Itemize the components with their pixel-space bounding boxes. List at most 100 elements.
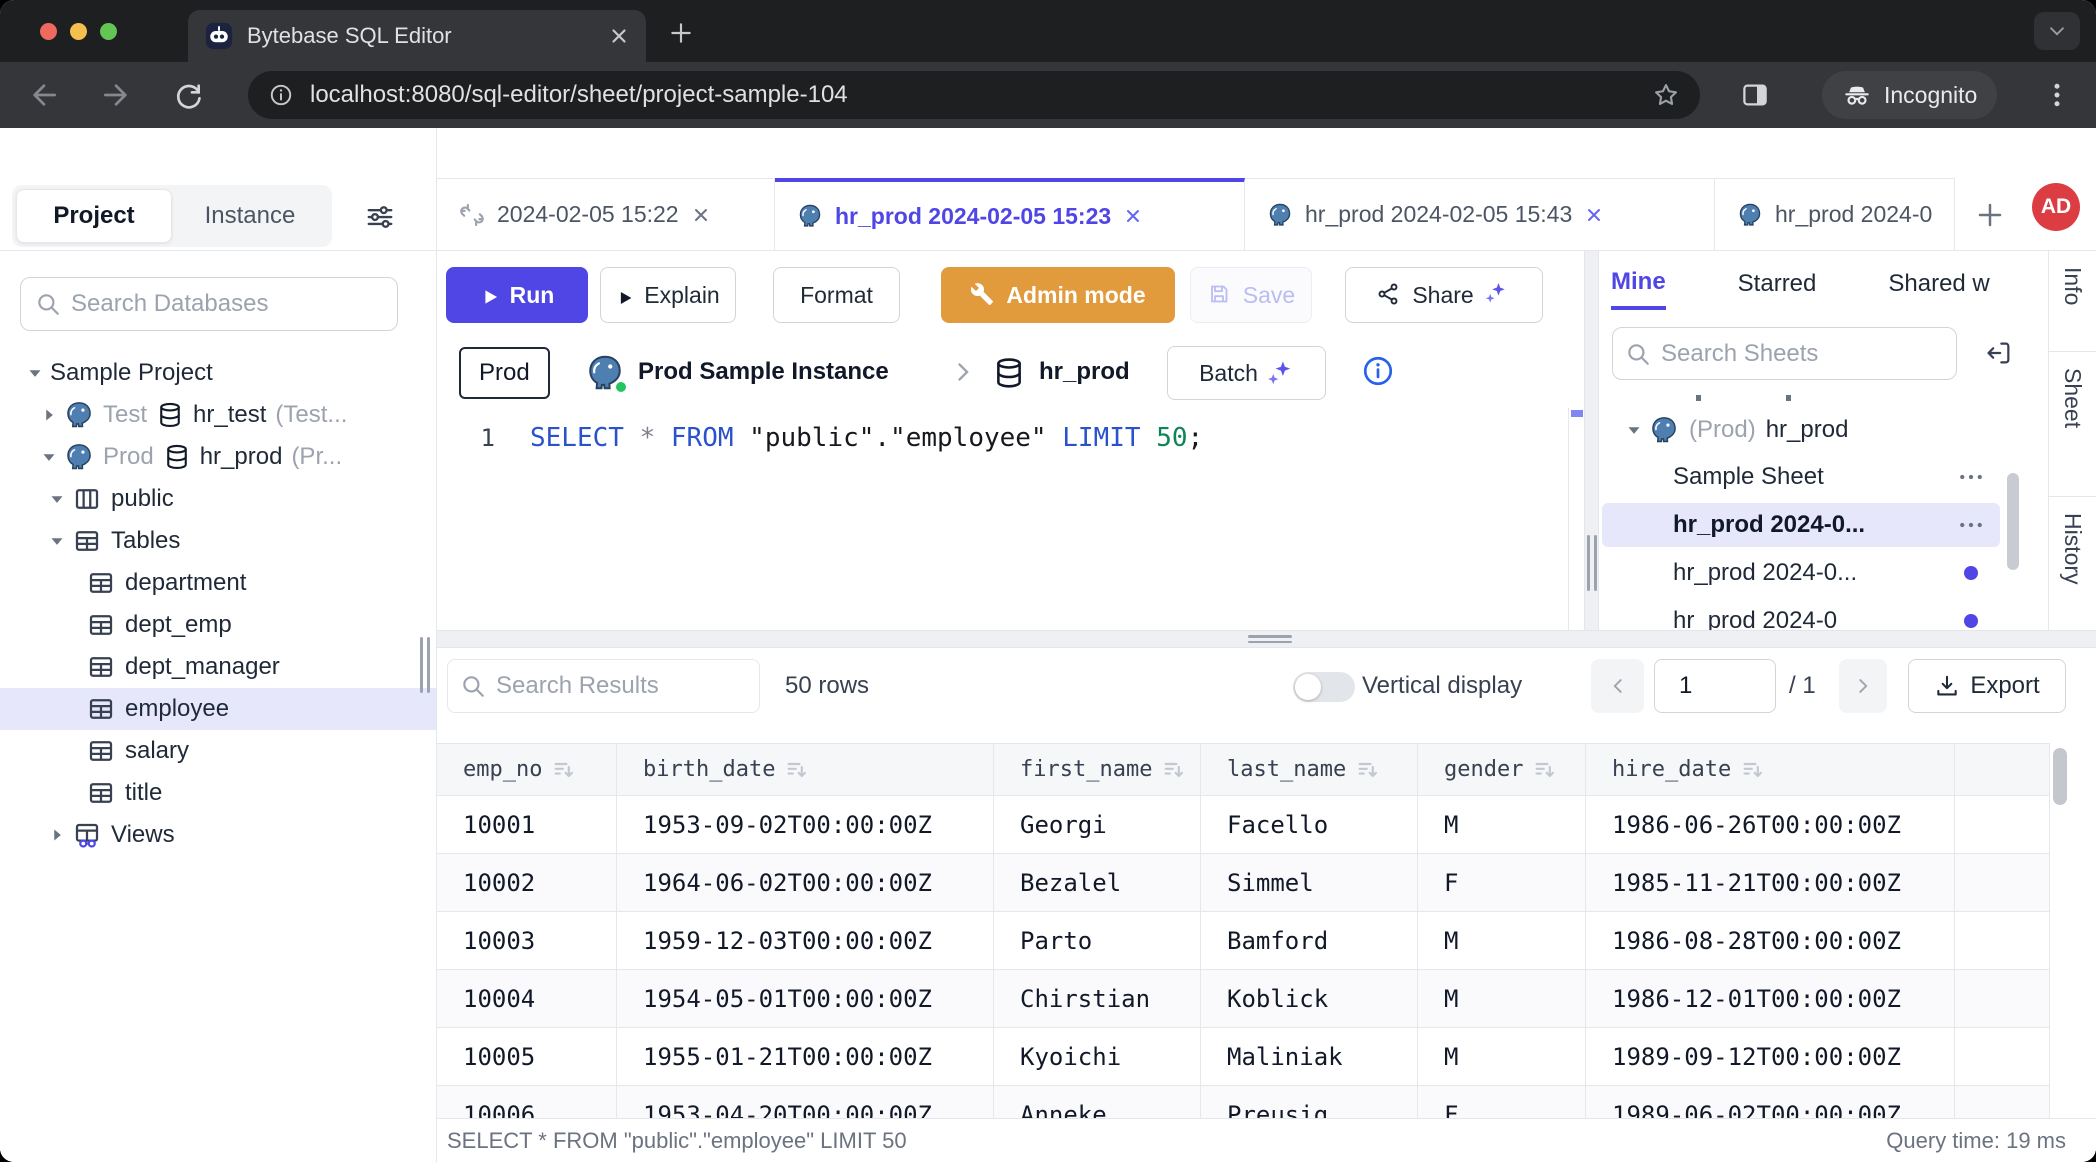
table-icon	[72, 526, 102, 556]
sheet-item[interactable]: hr_prod 2024-0	[1599, 597, 2048, 630]
save-button[interactable]: Save	[1190, 267, 1312, 323]
worksheet-tab[interactable]: 2024-02-05 15:22	[437, 178, 775, 250]
table-scrollbar[interactable]	[2053, 748, 2067, 805]
instance-name[interactable]: Prod Sample Instance	[638, 358, 889, 386]
close-worksheet-icon[interactable]	[1123, 206, 1143, 226]
import-sheet-icon[interactable]	[1985, 339, 2013, 367]
rail-tab-sheet[interactable]: Sheet	[2049, 352, 2096, 497]
ai-sparkles-icon[interactable]	[1484, 281, 1512, 309]
tab-starred[interactable]: Starred	[1738, 256, 1817, 308]
back-icon[interactable]	[28, 79, 60, 111]
caret-down-icon[interactable]	[24, 360, 50, 386]
caret-right-icon[interactable]	[38, 402, 64, 428]
tree-item-test[interactable]: Testhr_test(Test...	[0, 394, 436, 436]
forward-icon[interactable]	[100, 79, 132, 111]
close-worksheet-icon[interactable]	[691, 205, 711, 225]
filter-sliders-icon[interactable]	[365, 202, 395, 232]
tree-item-prod[interactable]: Prodhr_prod(Pr...	[0, 436, 436, 478]
sort-icon[interactable]	[552, 758, 576, 782]
url-bar[interactable]: localhost:8080/sql-editor/sheet/project-…	[248, 71, 1700, 119]
tree-item-salary[interactable]: salary	[0, 730, 436, 772]
search-results-input[interactable]	[496, 672, 747, 700]
new-tab-button[interactable]	[668, 20, 694, 46]
horizontal-splitter[interactable]	[437, 630, 2096, 648]
info-circle-icon[interactable]	[1361, 354, 1395, 388]
sheet-item[interactable]: hr_prod 2024-0...	[1599, 501, 2048, 549]
next-page-button[interactable]	[1839, 659, 1887, 713]
share-button[interactable]: Share	[1345, 267, 1543, 323]
sheet-group-row[interactable]: (Prod) hr_prod	[1599, 407, 2048, 453]
caret-down-icon[interactable]	[38, 444, 64, 470]
reload-icon[interactable]	[172, 79, 204, 111]
rail-tab-history[interactable]: History	[2049, 497, 2096, 630]
minimize-window-button[interactable]	[70, 23, 87, 40]
worksheet-tab[interactable]: hr_prod 2024-02-05 15:43	[1245, 178, 1715, 250]
tab-instance[interactable]: Instance	[172, 189, 328, 243]
tree-item-sample-project[interactable]: Sample Project	[0, 352, 436, 394]
worksheet-tab[interactable]: hr_prod 2024-0	[1715, 178, 1955, 250]
close-worksheet-icon[interactable]	[1584, 205, 1604, 225]
sql-code-editor[interactable]: 1 SELECT * FROM "public"."employee" LIMI…	[437, 408, 1568, 630]
sheet-panel-scrollbar[interactable]	[2007, 473, 2019, 570]
sort-icon[interactable]	[1162, 758, 1186, 782]
tree-item-views[interactable]: Views	[0, 814, 436, 856]
vertical-splitter[interactable]	[1584, 251, 1599, 630]
tab-shared-with-me[interactable]: Shared w	[1888, 256, 1989, 308]
bookmark-star-icon[interactable]	[1652, 81, 1680, 109]
batch-button[interactable]: Batch	[1167, 346, 1326, 400]
tree-item-title[interactable]: title	[0, 772, 436, 814]
more-menu-icon[interactable]	[1956, 462, 1986, 492]
admin-mode-button[interactable]: Admin mode	[941, 267, 1175, 323]
sort-icon[interactable]	[785, 758, 809, 782]
avatar[interactable]: AD	[2032, 183, 2080, 231]
more-menu-icon[interactable]	[1956, 510, 1986, 540]
tab-mine[interactable]: Mine	[1611, 254, 1666, 310]
caret-right-icon[interactable]	[46, 822, 72, 848]
close-window-button[interactable]	[40, 23, 57, 40]
tab-search-chevron-button[interactable]	[2034, 12, 2080, 50]
export-button[interactable]: Export	[1908, 659, 2066, 713]
tree-item-employee[interactable]: employee	[0, 688, 436, 730]
sort-icon[interactable]	[1741, 758, 1765, 782]
database-name[interactable]: hr_prod	[1039, 358, 1130, 386]
column-header-last_name[interactable]: last_name	[1201, 744, 1418, 795]
search-sheets-input[interactable]	[1661, 340, 1944, 368]
sheet-item[interactable]: Sample Sheet	[1599, 453, 2048, 501]
tree-item-tables[interactable]: Tables	[0, 520, 436, 562]
search-databases-input[interactable]	[71, 290, 383, 318]
format-button[interactable]: Format	[773, 267, 900, 323]
caret-down-icon[interactable]	[46, 486, 72, 512]
column-header-first_name[interactable]: first_name	[994, 744, 1201, 795]
sort-icon[interactable]	[1356, 758, 1380, 782]
maximize-window-button[interactable]	[100, 23, 117, 40]
rail-tab-info[interactable]: Info	[2049, 251, 2096, 352]
column-header-birth_date[interactable]: birth_date	[617, 744, 994, 795]
explain-button[interactable]: Explain	[600, 267, 736, 323]
environment-chip[interactable]: Prod	[459, 347, 550, 399]
tree-item-dept-emp[interactable]: dept_emp	[0, 604, 436, 646]
add-worksheet-button[interactable]	[1975, 200, 2005, 230]
sheet-item[interactable]: hr_prod 2024-0...	[1599, 549, 2048, 597]
tab-project[interactable]: Project	[16, 189, 172, 243]
browser-menu-icon[interactable]	[2042, 79, 2072, 111]
prev-page-button[interactable]	[1591, 659, 1644, 713]
sort-icon[interactable]	[1533, 758, 1557, 782]
column-header-emp_no[interactable]: emp_no	[437, 744, 617, 795]
tree-item-public[interactable]: public	[0, 478, 436, 520]
vertical-display-toggle[interactable]	[1293, 672, 1355, 702]
run-button[interactable]: Run	[446, 267, 588, 323]
column-header-hire_date[interactable]: hire_date	[1586, 744, 1955, 795]
caret-down-icon[interactable]	[46, 528, 72, 554]
worksheet-tab[interactable]: hr_prod 2024-02-05 15:23	[775, 178, 1245, 250]
tree-item-dept-manager[interactable]: dept_manager	[0, 646, 436, 688]
column-header-gender[interactable]: gender	[1418, 744, 1586, 795]
page-number-input[interactable]	[1654, 659, 1776, 713]
close-browser-tab-icon[interactable]	[608, 25, 630, 47]
side-panel-icon[interactable]	[1740, 80, 1770, 110]
tree-item-department[interactable]: department	[0, 562, 436, 604]
browser-tab[interactable]: Bytebase SQL Editor	[188, 10, 646, 62]
site-info-icon[interactable]	[268, 82, 294, 108]
editor-overview-ruler[interactable]	[1568, 408, 1584, 630]
sidebar-resize-handle[interactable]	[420, 637, 430, 693]
caret-down-icon[interactable]	[1623, 417, 1649, 443]
